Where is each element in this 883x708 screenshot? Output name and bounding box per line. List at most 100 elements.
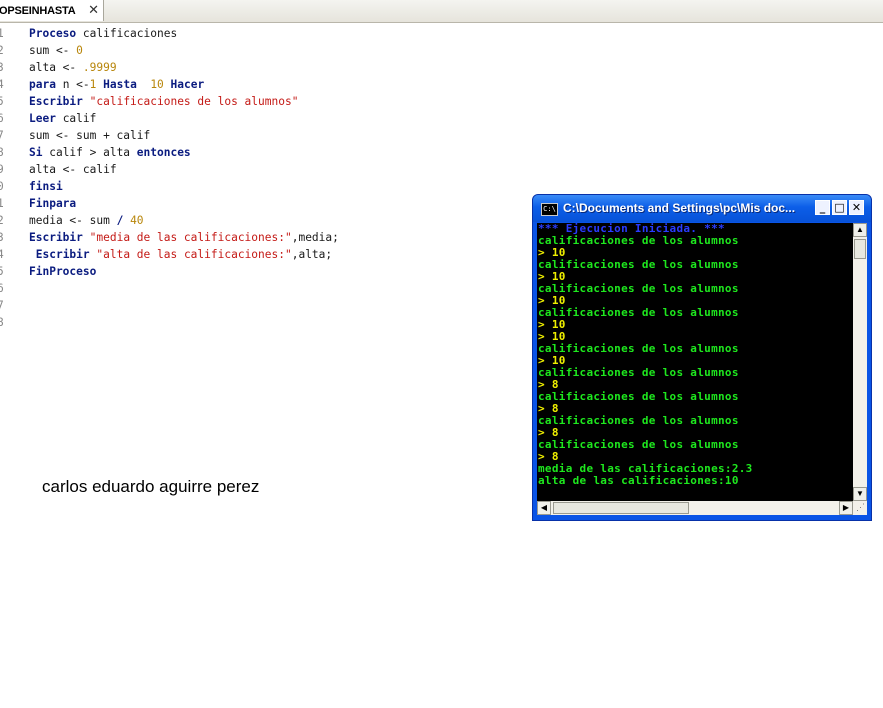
console-title-bar[interactable]: C:\ C:\Documents and Settings\pc\Mis doc… (533, 195, 871, 222)
resize-grip-icon[interactable]: ⋰ (853, 501, 867, 515)
code-token: "alta de las calificaciones:" (96, 248, 292, 261)
code-token: calif > alta (42, 146, 137, 159)
line-number: 5 (0, 95, 4, 108)
code-token: media <- sum (29, 214, 117, 227)
code-token: "media de las calificaciones:" (89, 231, 292, 244)
code-token: ,alta; (291, 248, 333, 261)
code-token: Escribir (29, 231, 83, 244)
code-text: Si calif > alta entonces (29, 144, 191, 161)
console-line: calificaciones de los alumnos (538, 342, 739, 355)
code-text: alta <- calif (29, 161, 117, 178)
file-tab[interactable]: OPSEINHASTA ✕ (0, 0, 104, 21)
scroll-left-icon[interactable]: ◀ (537, 501, 551, 515)
line-number: 7 (0, 129, 4, 142)
code-token: alta <- (29, 61, 83, 74)
maximize-button[interactable]: □ (832, 200, 847, 215)
vertical-scrollbar[interactable]: ▲ ▼ (853, 223, 867, 501)
console-line: calificaciones de los alumnos (538, 414, 739, 427)
tab-close-icon[interactable]: ✕ (88, 3, 99, 17)
code-token: calificaciones (76, 27, 178, 40)
code-token: 0 (76, 44, 83, 57)
code-text: media <- sum / 40 (29, 212, 144, 229)
line-number: 2 (0, 214, 4, 227)
line-number: 4 (0, 78, 4, 91)
line-number: 8 (0, 146, 4, 159)
code-token: FinProceso (29, 265, 97, 278)
console-output: *** Ejecucion Iniciada. *** calificacione… (537, 223, 853, 501)
code-token: n <- (55, 78, 90, 91)
code-text: Proceso calificaciones (29, 25, 177, 42)
file-tab-label: OPSEINHASTA (0, 4, 76, 17)
line-number: 6 (0, 112, 4, 125)
vertical-scroll-thumb[interactable] (854, 239, 866, 259)
code-text: finsi (29, 178, 63, 195)
horizontal-scrollbar[interactable]: ◀ ▶ (537, 501, 853, 515)
code-text: sum <- sum + calif (29, 127, 150, 144)
code-editor[interactable]: 1 Proceso calificaciones 2 sum <- 0 3 alta <-… (0, 25, 530, 335)
line-number: 9 (0, 163, 4, 176)
line-number: 4 (0, 248, 4, 261)
code-token: Proceso (29, 27, 77, 40)
code-token: alta <- calif (29, 163, 117, 176)
line-number: 1 (0, 27, 4, 40)
console-app-icon: C:\ (541, 203, 558, 216)
line-number: 5 (0, 265, 4, 278)
code-text: Escribir "media de las calificaciones:",… (29, 229, 339, 246)
scroll-right-icon[interactable]: ▶ (839, 501, 853, 515)
code-text: Leer calif (29, 110, 96, 127)
code-text: alta <- .9999 (29, 59, 117, 76)
horizontal-scroll-thumb[interactable] (553, 502, 689, 514)
code-token: Hacer (170, 78, 205, 91)
code-text: FinProceso (29, 263, 96, 280)
console-window[interactable]: C:\ C:\Documents and Settings\pc\Mis doc… (532, 194, 872, 521)
code-token: para (29, 78, 56, 91)
code-token: calif (55, 112, 97, 125)
line-number: 0 (0, 180, 4, 193)
console-line: calificaciones de los alumnos (538, 306, 739, 319)
code-token: entonces (136, 146, 191, 159)
console-line: calificaciones de los alumnos (538, 438, 739, 451)
line-number: 1 (0, 197, 4, 210)
code-token: Si (29, 146, 43, 159)
close-button[interactable]: ✕ (849, 200, 864, 215)
code-token: sum <- (29, 44, 77, 57)
minimize-button[interactable]: _ (815, 200, 830, 215)
code-text: Escribir "calificaciones de los alumnos" (29, 93, 298, 110)
console-line: calificaciones de los alumnos (538, 282, 739, 295)
console-line: alta de las calificaciones:10 (538, 474, 739, 487)
code-token: 40 (130, 214, 144, 227)
code-token: "calificaciones de los alumnos" (89, 95, 299, 108)
scroll-up-icon[interactable]: ▲ (853, 223, 867, 237)
code-token: finsi (29, 180, 63, 193)
code-text: Finpara (29, 195, 76, 212)
console-title: C:\Documents and Settings\pc\Mis doc... (563, 201, 796, 215)
console-line: calificaciones de los alumnos (538, 234, 739, 247)
code-token: Escribir (29, 95, 83, 108)
author-name: carlos eduardo aguirre perez (42, 477, 260, 496)
code-text: sum <- 0 (29, 42, 83, 59)
line-number: 3 (0, 61, 4, 74)
code-token: Escribir (35, 248, 90, 261)
scroll-down-icon[interactable]: ▼ (853, 487, 867, 501)
tab-bar: OPSEINHASTA ✕ (0, 0, 883, 23)
code-token: Hasta (103, 78, 137, 91)
code-text: para n <-1 Hasta 10 Hacer (29, 76, 204, 93)
console-line: calificaciones de los alumnos (538, 366, 739, 379)
code-token: Finpara (29, 197, 77, 210)
code-token: Leer (29, 112, 56, 125)
code-token: .9999 (82, 61, 117, 74)
code-token: 10 (150, 78, 164, 91)
line-number: 6 (0, 282, 4, 295)
console-line: calificaciones de los alumnos (538, 390, 739, 403)
line-number: 3 (0, 231, 4, 244)
console-line: calificaciones de los alumnos (538, 258, 739, 271)
line-number: 2 (0, 44, 4, 57)
code-token: sum <- sum + calif (29, 129, 151, 142)
code-token: ,media; (291, 231, 339, 244)
code-text: Escribir "alta de las calificaciones:",a… (29, 246, 332, 263)
